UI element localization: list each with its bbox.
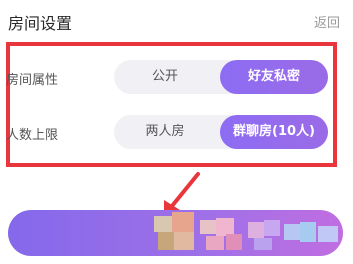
max-people-row: 人数上限 两人房 群聊房(10人) bbox=[0, 113, 353, 153]
max-people-segmented-control: 两人房 群聊房(10人) bbox=[114, 115, 328, 149]
room-type-label: 房间属性 bbox=[6, 73, 59, 88]
blurred-button-label bbox=[150, 210, 343, 256]
room-type-option-public[interactable]: 公开 bbox=[114, 60, 216, 94]
page-title: 房间设置 bbox=[8, 14, 73, 33]
confirm-button[interactable] bbox=[8, 210, 343, 256]
room-type-segmented-control: 公开 好友私密 bbox=[114, 60, 328, 94]
room-type-row: 房间属性 公开 好友私密 bbox=[0, 58, 353, 98]
max-people-label: 人数上限 bbox=[6, 128, 59, 143]
back-button[interactable]: 返回 bbox=[314, 12, 340, 31]
max-people-option-two[interactable]: 两人房 bbox=[114, 115, 216, 149]
top-bar: 房间设置 返回 bbox=[0, 0, 353, 44]
room-type-option-friends-private[interactable]: 好友私密 bbox=[220, 60, 328, 94]
max-people-option-group[interactable]: 群聊房(10人) bbox=[220, 115, 328, 149]
